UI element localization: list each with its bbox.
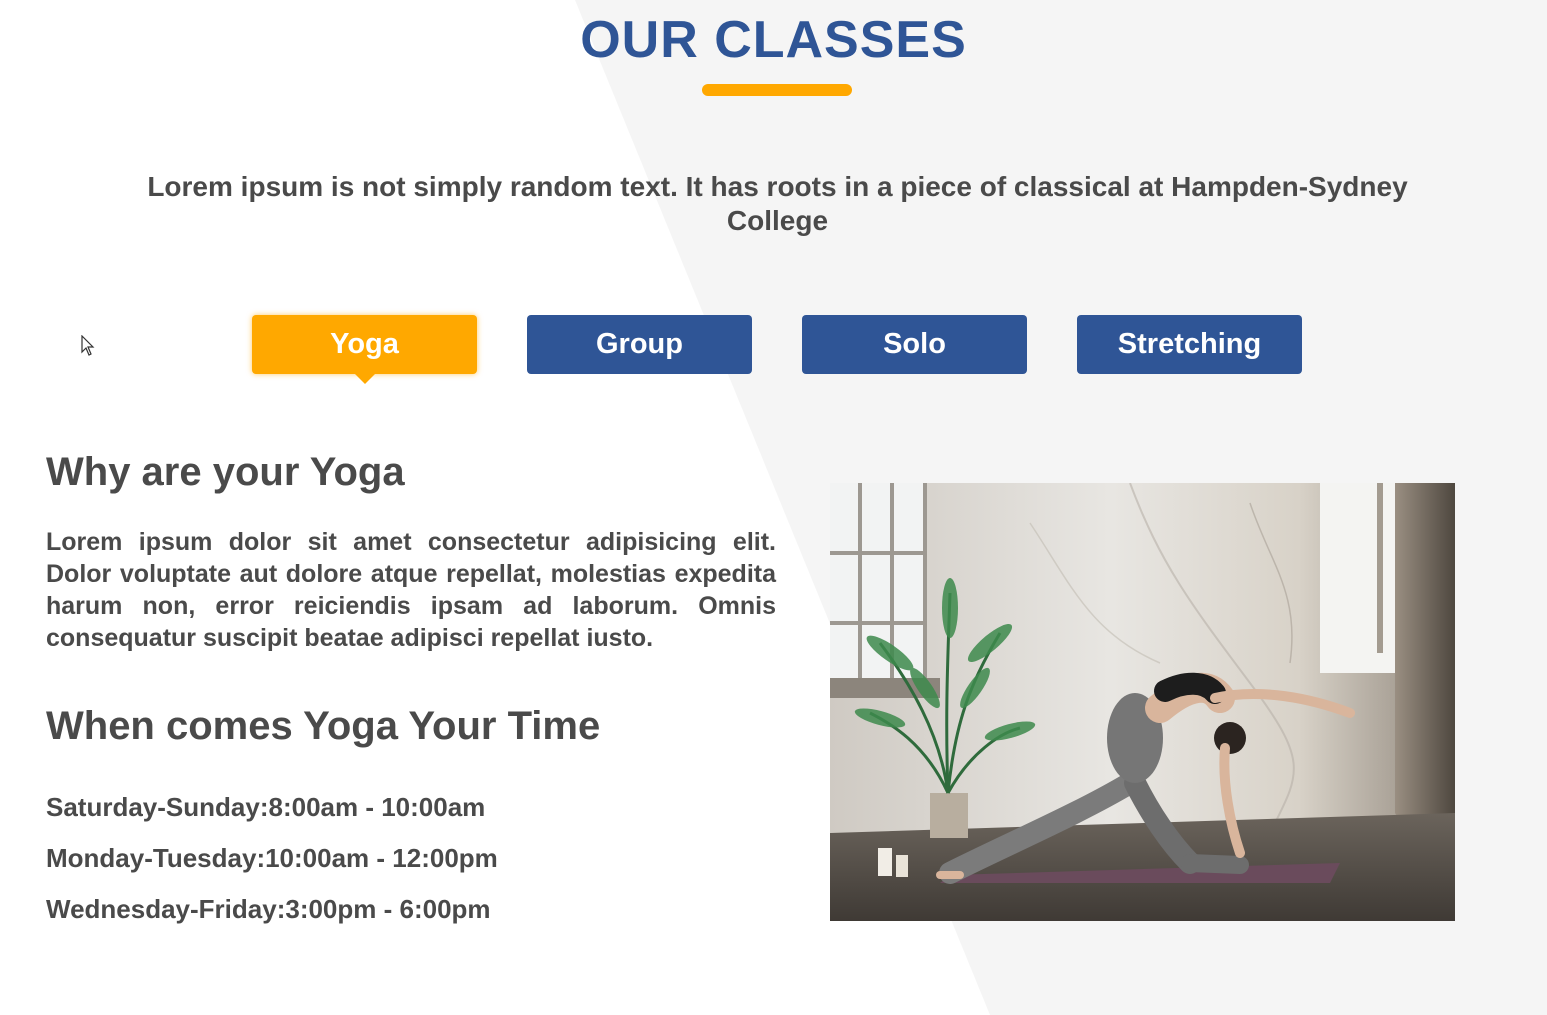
yoga-photo <box>830 483 1455 921</box>
section-title: OUR CLASSES <box>580 11 967 69</box>
schedule-list: Saturday-Sunday:8:00am - 10:00am Monday-… <box>46 782 776 935</box>
tab-label: Stretching <box>1117 328 1262 360</box>
why-heading: Why are your Yoga <box>46 450 405 494</box>
tab-label: Group <box>596 328 683 360</box>
class-tabs: Yoga Group Solo Stretching <box>252 315 1302 384</box>
yoga-photo-illustration <box>830 483 1455 921</box>
schedule-heading: When comes Yoga Your Time <box>46 704 601 748</box>
tab-stretching[interactable]: Stretching <box>1077 315 1302 374</box>
description-paragraph: Lorem ipsum dolor sit amet consectetur a… <box>46 528 776 652</box>
section-subtitle: Lorem ipsum is not simply random text. I… <box>147 171 1408 236</box>
tab-solo[interactable]: Solo <box>802 315 1027 374</box>
schedule-item: Wednesday-Friday:3:00pm - 6:00pm <box>46 894 491 924</box>
classes-section: OUR CLASSES Lorem ipsum is not simply ra… <box>0 0 1547 1015</box>
tab-yoga[interactable]: Yoga <box>252 315 477 384</box>
tab-group[interactable]: Group <box>527 315 752 374</box>
schedule-item: Saturday-Sunday:8:00am - 10:00am <box>46 792 486 822</box>
class-description: Why are your Yoga Lorem ipsum dolor sit … <box>46 440 776 935</box>
tab-label: Solo <box>883 328 946 360</box>
mouse-pointer-icon <box>81 335 95 356</box>
title-underline <box>702 84 852 96</box>
tab-label: Yoga <box>330 328 399 360</box>
schedule-item: Monday-Tuesday:10:00am - 12:00pm <box>46 843 498 873</box>
